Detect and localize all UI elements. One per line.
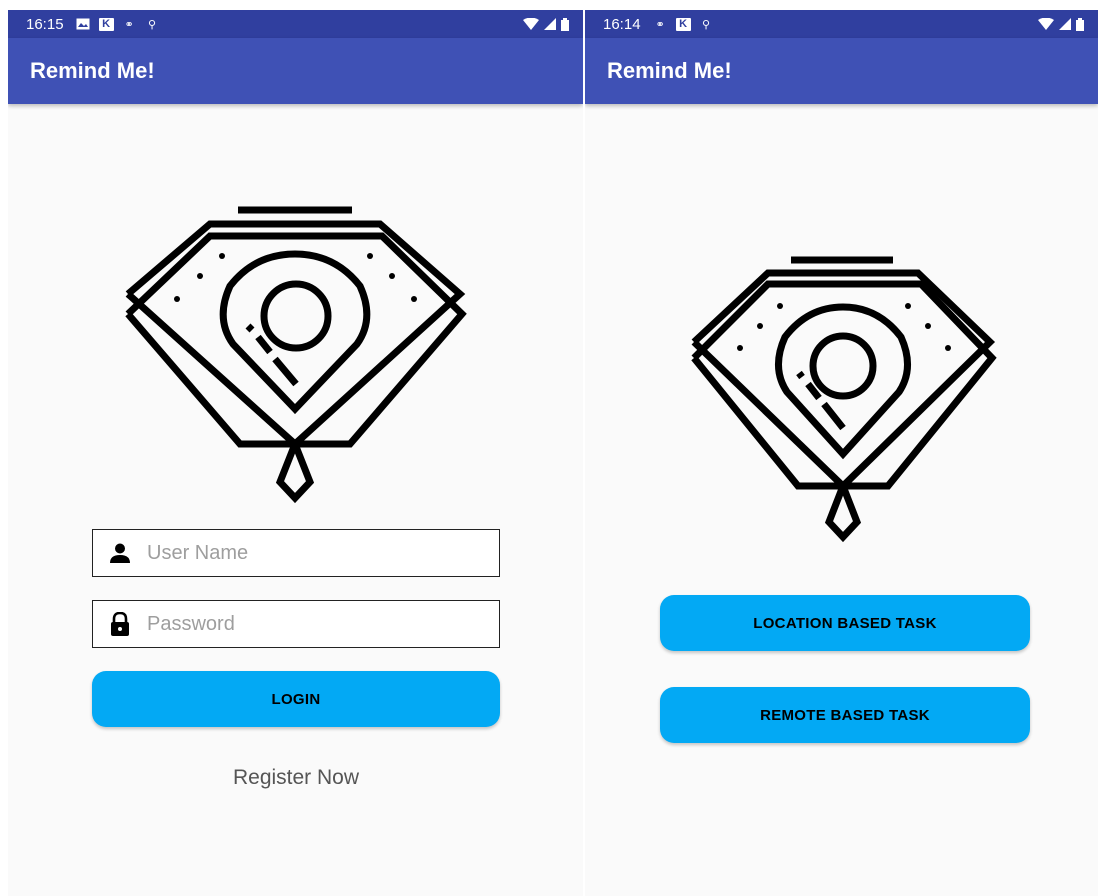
username-input[interactable] bbox=[147, 541, 487, 565]
remote-based-task-button[interactable]: REMOTE BASED TASK bbox=[660, 687, 1030, 743]
app-logo-icon bbox=[125, 206, 467, 504]
app-bar: Remind Me! bbox=[8, 38, 583, 104]
link-notification-icon: ⚭ bbox=[655, 18, 665, 31]
location-based-task-button[interactable]: LOCATION BASED TASK bbox=[660, 595, 1030, 651]
app-title: Remind Me! bbox=[30, 58, 155, 83]
register-now-link[interactable]: Register Now bbox=[92, 766, 500, 790]
login-screen: 16:15 K ⚭ ⚲ Remind Me! User Name LOGIN R… bbox=[8, 10, 583, 896]
battery-icon bbox=[561, 17, 569, 31]
signal-icon bbox=[1059, 18, 1071, 30]
status-bar: 16:14 ⚭ K ⚲ bbox=[585, 10, 1098, 38]
password-input[interactable] bbox=[147, 612, 487, 636]
k-notification-icon: K bbox=[675, 17, 691, 31]
status-time: 16:14 bbox=[603, 15, 641, 33]
person-icon bbox=[93, 543, 147, 563]
password-field[interactable] bbox=[92, 600, 500, 648]
image-notification-icon bbox=[76, 18, 91, 31]
lock-icon bbox=[93, 612, 147, 636]
login-content: LOGIN Register Now bbox=[8, 104, 583, 896]
app-bar: Remind Me! bbox=[585, 38, 1098, 104]
status-bar: 16:15 K ⚭ ⚲ bbox=[8, 10, 583, 38]
status-time: 16:15 bbox=[26, 15, 64, 33]
wifi-icon bbox=[523, 18, 539, 30]
battery-icon bbox=[1076, 17, 1084, 31]
task-select-content: LOCATION BASED TASK REMOTE BASED TASK bbox=[585, 104, 1098, 896]
wifi-icon bbox=[1038, 18, 1054, 30]
username-field[interactable] bbox=[92, 529, 500, 577]
task-select-screen: 16:14 ⚭ K ⚲ Remind Me! LOCATION BASED TA… bbox=[585, 10, 1098, 896]
app-title: Remind Me! bbox=[607, 58, 732, 83]
link-notification-icon: ⚭ bbox=[124, 18, 134, 31]
login-button[interactable]: LOGIN bbox=[92, 671, 500, 727]
satellite-notification-icon: ⚲ bbox=[702, 18, 711, 31]
k-notification-icon: K bbox=[98, 17, 114, 31]
app-logo-icon bbox=[691, 256, 997, 543]
satellite-notification-icon: ⚲ bbox=[148, 18, 157, 31]
signal-icon bbox=[544, 18, 556, 30]
